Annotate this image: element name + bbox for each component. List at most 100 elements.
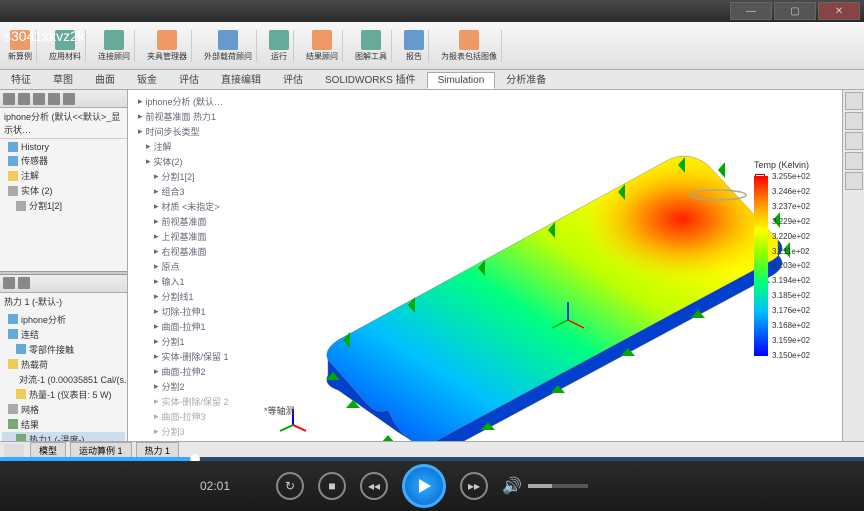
flyout-tree-item[interactable]: ▸ 分割3 <box>132 424 264 439</box>
tree-item-icon <box>8 186 18 196</box>
panel-icon[interactable] <box>63 93 75 105</box>
ribbon-icon <box>269 30 289 50</box>
tree-item[interactable]: 结果 <box>2 417 125 432</box>
sim-tree-root[interactable]: 热力 1 (-默认-) <box>0 293 127 310</box>
flyout-tree-item[interactable]: ▸ 切除-拉伸1 <box>132 304 264 319</box>
panel-icon[interactable] <box>3 277 15 289</box>
flyout-tree-item[interactable]: ▸ 分割线1 <box>132 289 264 304</box>
flyout-item-label: 前视基准面 热力1 <box>146 110 217 123</box>
ribbon-button[interactable]: 图解工具 <box>351 30 392 62</box>
ribbon-button[interactable]: 连接顾问 <box>94 30 135 62</box>
flyout-tree-item[interactable]: ▸ 上视基准面 <box>132 229 264 244</box>
flyout-tree-item[interactable]: ▸ 分割2 <box>132 379 264 394</box>
flyout-tree-item[interactable]: ▸ 时间步长类型 <box>132 124 264 139</box>
rewind-button[interactable]: ◂◂ <box>360 472 388 500</box>
tree-item-label: 对流-1 (0.00035851 Cal/(s.cm… <box>19 373 127 386</box>
command-tab[interactable]: 草图 <box>42 68 84 89</box>
forward-button[interactable]: ▸▸ <box>460 472 488 500</box>
flyout-item-label: 原点 <box>162 260 180 273</box>
tree-item[interactable]: 热力1 (-温度-) <box>2 432 125 442</box>
legend-tick-label: 3.211e+02 <box>772 247 810 256</box>
window-close-button[interactable]: ✕ <box>818 2 860 20</box>
flyout-tree-item[interactable]: ▸ 实体-删除/保留 2 <box>132 394 264 409</box>
tree-item-label: 传感器 <box>21 154 48 167</box>
command-tab[interactable]: 钣金 <box>126 68 168 89</box>
tree-item[interactable]: 热量-1 (仪表目: 5 W) <box>2 387 125 402</box>
tree-item[interactable]: 对流-1 (0.00035851 Cal/(s.cm… <box>2 372 125 387</box>
tree-item[interactable]: 注解 <box>2 168 125 183</box>
tree-item[interactable]: 网格 <box>2 402 125 417</box>
task-pane-button[interactable] <box>845 132 863 150</box>
panel-icon[interactable] <box>33 93 45 105</box>
flyout-tree-item[interactable]: ▸ 注解 <box>132 139 264 154</box>
flyout-tree-item[interactable]: ▸ 原点 <box>132 259 264 274</box>
command-tab[interactable]: 特征 <box>0 68 42 89</box>
legend-tick-label: 3.150e+02 <box>772 351 810 360</box>
flyout-tree-item[interactable]: ▸ iphone分析 (默认… <box>132 94 264 109</box>
tree-item[interactable]: 零部件接触 <box>2 342 125 357</box>
command-tab[interactable]: 评估 <box>168 68 210 89</box>
legend-tick-label: 3.255e+02 <box>772 172 810 181</box>
command-tab[interactable]: SOLIDWORKS 插件 <box>314 68 427 89</box>
flyout-tree-item[interactable]: ▸ 实体(2) <box>132 154 264 169</box>
flyout-tree-item[interactable]: ▸ 曲面-拉伸2 <box>132 364 264 379</box>
flyout-tree-item[interactable]: ▸ 右视基准面 <box>132 244 264 259</box>
panel-toolbar <box>0 275 127 293</box>
flyout-tree-item[interactable]: ▸ 曲面-拉伸1 <box>132 319 264 334</box>
flyout-item-label: 实体(2) <box>154 155 183 168</box>
task-pane-button[interactable] <box>845 112 863 130</box>
flyout-tree-item[interactable]: ▸ 组合3 <box>132 184 264 199</box>
flyout-tree-item[interactable]: ▸ 曲面-拉伸3 <box>132 409 264 424</box>
command-tab[interactable]: Simulation <box>427 72 496 89</box>
tree-item[interactable]: 分割1[2] <box>2 198 125 213</box>
command-tab[interactable]: 评估 <box>272 68 314 89</box>
tree-item-label: 结果 <box>21 418 39 431</box>
flyout-tree-item[interactable]: ▸ 前视基准面 热力1 <box>132 109 264 124</box>
volume-slider[interactable] <box>528 484 588 488</box>
ribbon-icon <box>312 30 332 50</box>
command-tab[interactable]: 曲面 <box>84 68 126 89</box>
ribbon-button[interactable]: 运行 <box>265 30 294 62</box>
flyout-tree-item[interactable]: ▸ 输入1 <box>132 274 264 289</box>
loop-button[interactable]: ↻ <box>276 472 304 500</box>
flyout-tree-item[interactable]: ▸ 材质 <未指定> <box>132 199 264 214</box>
ribbon-button[interactable]: 结果顾问 <box>302 30 343 62</box>
tree-item[interactable]: 热载荷 <box>2 357 125 372</box>
panel-icon[interactable] <box>18 93 30 105</box>
ribbon-button[interactable]: 夹具管理器 <box>143 30 192 62</box>
stop-button[interactable]: ■ <box>318 472 346 500</box>
tree-item[interactable]: History <box>2 141 125 153</box>
tree-item[interactable]: 连结 <box>2 327 125 342</box>
flyout-item-label: 输入1 <box>162 275 185 288</box>
tree-item-label: 零部件接触 <box>29 343 74 356</box>
flyout-tree-item[interactable]: ▸ 前视基准面 <box>132 214 264 229</box>
play-button[interactable] <box>402 464 446 508</box>
panel-icon[interactable] <box>3 93 15 105</box>
command-tab[interactable]: 直接编辑 <box>210 68 272 89</box>
task-pane-button[interactable] <box>845 152 863 170</box>
legend-tick-label: 3.229e+02 <box>772 217 810 226</box>
ribbon-button[interactable]: 报告 <box>400 30 429 62</box>
tree-item-icon <box>8 419 18 429</box>
legend-tick-label: 3.194e+02 <box>772 276 810 285</box>
tree-item-label: 网格 <box>21 403 39 416</box>
tree-item[interactable]: 传感器 <box>2 153 125 168</box>
ribbon-button[interactable]: 外部载荷顾问 <box>200 30 257 62</box>
panel-icon[interactable] <box>48 93 60 105</box>
panel-icon[interactable] <box>18 277 30 289</box>
tree-item[interactable]: 实体 (2) <box>2 183 125 198</box>
flyout-tree-item[interactable]: ▸ 实体-删除/保留 1 <box>132 349 264 364</box>
window-maximize-button[interactable]: ▢ <box>774 2 816 20</box>
window-minimize-button[interactable]: — <box>730 2 772 20</box>
task-pane-button[interactable] <box>845 92 863 110</box>
task-pane-button[interactable] <box>845 172 863 190</box>
ribbon-button[interactable]: 为报表包括图像 <box>437 30 502 62</box>
command-tab[interactable]: 分析准备 <box>495 68 557 89</box>
volume-control[interactable]: 🔊 <box>502 476 588 496</box>
flyout-tree-item[interactable]: ▸ 分割1 <box>132 334 264 349</box>
graphics-viewport[interactable]: ▸ iphone分析 (默认…▸ 前视基准面 热力1▸ 时间步长类型▸ 注解▸ … <box>128 90 864 441</box>
flyout-tree-item[interactable]: ▸ 分割1[2] <box>132 169 264 184</box>
video-player-controls: 02:01 ↻ ■ ◂◂ ▸▸ 🔊 <box>0 461 864 511</box>
design-tree-root[interactable]: iphone分析 (默认<<默认>_显示状… <box>0 108 127 139</box>
tree-item[interactable]: iphone分析 <box>2 312 125 327</box>
